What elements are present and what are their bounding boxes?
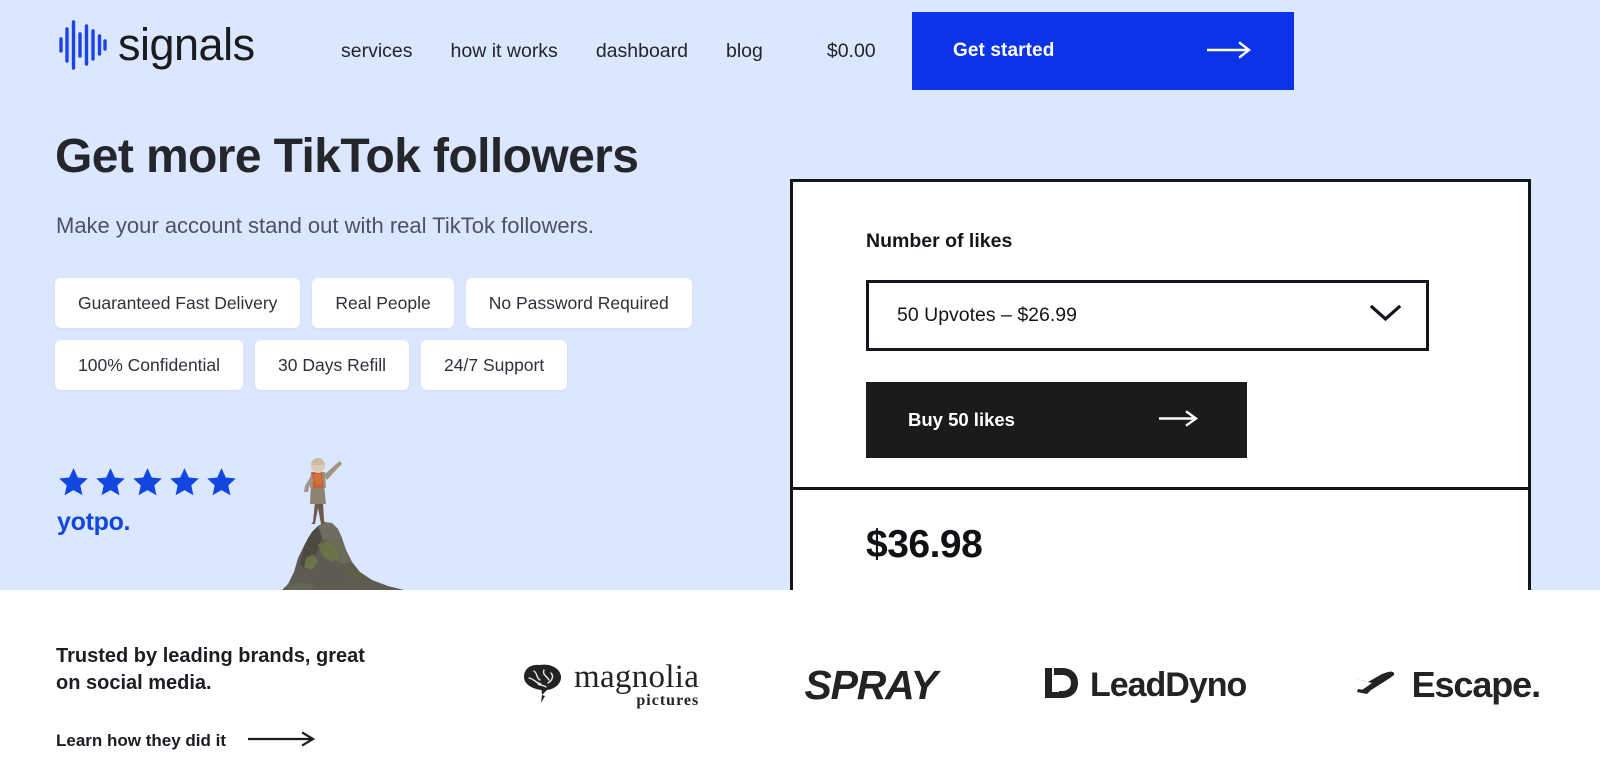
chevron-down-icon (1369, 303, 1402, 328)
brain-icon (520, 662, 564, 709)
rating-widget: yotpo. (57, 466, 238, 536)
trusted-brands-section: Trusted by leading brands, great on soci… (0, 590, 1600, 775)
ld-monogram-icon (1042, 664, 1080, 707)
star-icon (168, 466, 201, 498)
brand-name-magnolia: magnolia (574, 659, 700, 695)
brand-subtitle-pictures: pictures (636, 692, 700, 709)
nav-item-services[interactable]: services (341, 38, 413, 64)
brand-logo-list: magnolia pictures SPRAY LeadDyno Escape. (520, 650, 1541, 720)
hiker-on-summit-image (228, 440, 520, 590)
star-icon (57, 466, 90, 498)
buy-likes-button[interactable]: Buy 50 likes (866, 382, 1247, 458)
hero-subtitle: Make your account stand out with real Ti… (56, 213, 595, 238)
star-icon (131, 466, 164, 498)
arrow-right-icon (1206, 40, 1253, 62)
total-price: $36.98 (866, 523, 983, 566)
main-nav: services how it works dashboard blog $0.… (341, 38, 876, 64)
brand-name-escape: Escape. (1411, 664, 1541, 705)
number-of-likes-label: Number of likes (866, 230, 1013, 252)
learn-how-they-did-it-label: Learn how they did it (56, 731, 227, 750)
cart-total[interactable]: $0.00 (827, 38, 876, 64)
trusted-brands-headline: Trusted by leading brands, great on soci… (56, 643, 365, 697)
purchase-card: Number of likes 50 Upvotes – $26.99 Buy … (790, 179, 1531, 590)
brand-logo-spray: SPRAY (804, 662, 937, 708)
airplane-icon (1352, 669, 1402, 702)
buy-likes-label: Buy 50 likes (908, 409, 1015, 430)
arrow-right-icon (1158, 410, 1199, 430)
feature-chip: Real People (312, 278, 454, 328)
feature-chip-list: Guaranteed Fast Delivery Real People No … (55, 278, 755, 390)
feature-chip: Guaranteed Fast Delivery (55, 278, 301, 328)
brand-logo-leaddyno: LeadDyno (1042, 664, 1247, 707)
trusted-brands-headline-line1: Trusted by leading brands, great (56, 645, 365, 667)
audio-waveform-icon (57, 17, 109, 73)
feature-chip: No Password Required (465, 278, 692, 328)
card-divider (793, 487, 1528, 490)
trusted-brands-headline-line2: on social media. (56, 672, 212, 694)
star-icon (94, 466, 127, 498)
nav-item-dashboard[interactable]: dashboard (596, 38, 688, 64)
get-started-button[interactable]: Get started (912, 12, 1294, 90)
feature-chip: 24/7 Support (421, 340, 568, 390)
brand-name-leaddyno: LeadDyno (1089, 666, 1247, 704)
feature-chip: 30 Days Refill (255, 340, 410, 390)
nav-item-blog[interactable]: blog (726, 38, 763, 64)
feature-chip: 100% Confidential (55, 340, 244, 390)
rating-provider: yotpo. (57, 508, 131, 536)
likes-quantity-selected-value: 50 Upvotes – $26.99 (897, 304, 1077, 326)
brand-logo[interactable]: signals (57, 17, 255, 73)
learn-how-they-did-it-link[interactable]: Learn how they did it (56, 730, 318, 752)
get-started-label: Get started (953, 40, 1055, 61)
brand-logo-magnolia-pictures: magnolia pictures (520, 660, 699, 710)
arrow-right-icon (247, 730, 318, 752)
page-title: Get more TikTok followers (55, 130, 639, 183)
brand-logo-escape: Escape. (1352, 664, 1541, 705)
likes-quantity-select[interactable]: 50 Upvotes – $26.99 (866, 280, 1429, 351)
site-header: signals services how it works dashboard … (0, 0, 1600, 100)
star-rating (57, 466, 238, 498)
nav-item-how-it-works[interactable]: how it works (451, 38, 558, 64)
brand-name: signals (118, 19, 255, 70)
brand-name-spray: SPRAY (804, 662, 937, 708)
